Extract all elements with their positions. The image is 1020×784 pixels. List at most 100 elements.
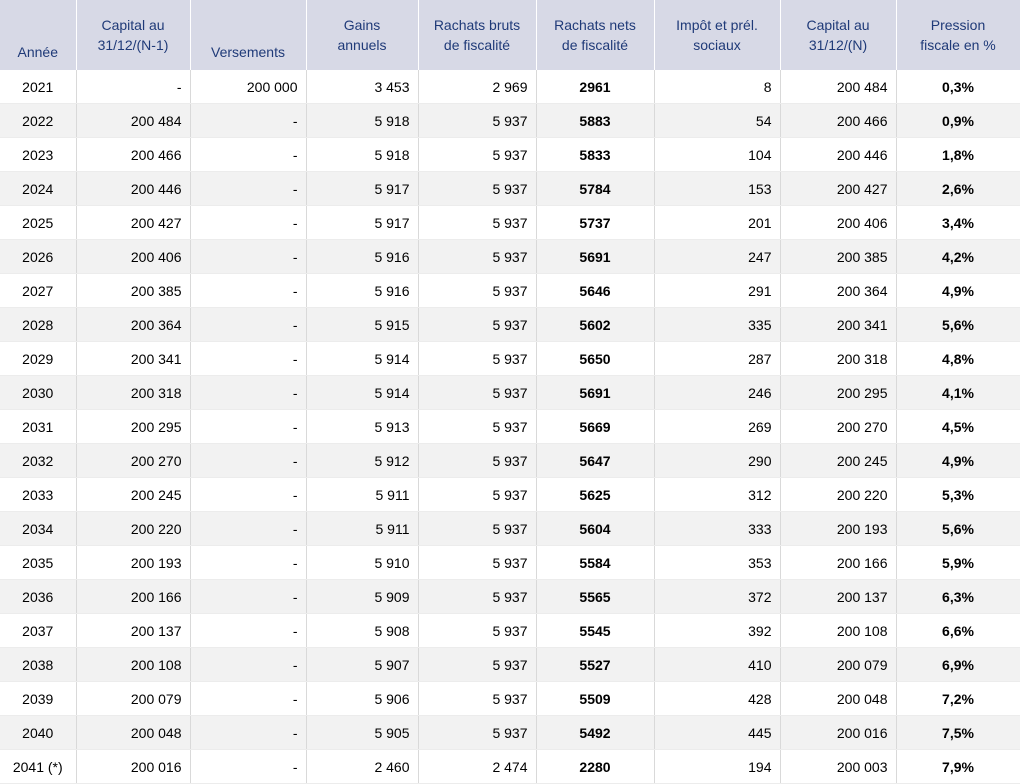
cell-rachats-nets: 5883 xyxy=(536,103,655,138)
cell-year: 2037 xyxy=(0,613,77,648)
cell-versements: - xyxy=(190,511,307,546)
header-line: de fiscalité xyxy=(443,37,511,53)
cell-capital-end: 200 427 xyxy=(780,171,897,206)
cell-pression: 4,9% xyxy=(896,273,1020,308)
table-row: 2040 200 048-5 905 5 937 5492 445 200 016 7,5% xyxy=(0,715,1020,750)
cell-pression: 0,9% xyxy=(896,103,1020,138)
cell-rachats-bruts: 5 937 xyxy=(418,137,537,172)
cell-capital-start: 200 220 xyxy=(76,511,191,546)
cell-pression: 0,3% xyxy=(896,70,1020,104)
cell-capital-end: 200 137 xyxy=(780,579,897,614)
cell-versements: - xyxy=(190,681,307,716)
table-row: 2035 200 193-5 910 5 937 5584 353 200 166 5,9% xyxy=(0,545,1020,580)
cell-impot: 153 xyxy=(654,171,781,206)
header-capital-start: Capital au 31/12/(N-1) xyxy=(76,0,191,70)
header-row: Année Capital au 31/12/(N-1) Versements Gain… xyxy=(0,0,1020,70)
cell-pression: 5,3% xyxy=(896,477,1020,512)
table-row: 2037 200 137-5 908 5 937 5545 392 200 108 6,6% xyxy=(0,613,1020,648)
cell-capital-start: - xyxy=(76,70,191,104)
cell-rachats-bruts: 5 937 xyxy=(418,613,537,648)
cell-gains: 5 911 xyxy=(306,511,419,546)
cell-year: 2027 xyxy=(0,273,77,308)
cell-rachats-nets: 5833 xyxy=(536,137,655,172)
cell-gains: 5 909 xyxy=(306,579,419,614)
cell-capital-start: 200 446 xyxy=(76,171,191,206)
cell-gains: 5 918 xyxy=(306,103,419,138)
cell-rachats-nets: 5565 xyxy=(536,579,655,614)
cell-capital-start: 200 137 xyxy=(76,613,191,648)
header-line: de fiscalité xyxy=(561,37,629,53)
cell-year: 2032 xyxy=(0,443,77,478)
cell-rachats-bruts: 2 969 xyxy=(418,70,537,104)
table-row: 2026 200 406-5 916 5 937 5691 247 200 385 4,2% xyxy=(0,239,1020,274)
cell-versements: - xyxy=(190,307,307,342)
table-row: 2025 200 427-5 917 5 937 5737 201 200 406 3,4% xyxy=(0,205,1020,240)
cell-capital-start: 200 193 xyxy=(76,545,191,580)
cell-gains: 5 916 xyxy=(306,273,419,308)
cell-rachats-bruts: 5 937 xyxy=(418,273,537,308)
cell-versements: - xyxy=(190,443,307,478)
cell-versements: - xyxy=(190,205,307,240)
header-capital-end: Capital au 31/12/(N) xyxy=(780,0,897,70)
header-line: Année xyxy=(17,44,58,60)
cell-gains: 5 915 xyxy=(306,307,419,342)
cell-rachats-bruts: 5 937 xyxy=(418,409,537,444)
cell-rachats-bruts: 5 937 xyxy=(418,511,537,546)
cell-year: 2023 xyxy=(0,137,77,172)
cell-year: 2041 (*) xyxy=(0,749,77,784)
cell-capital-start: 200 108 xyxy=(76,647,191,682)
header-gains: Gains annuels xyxy=(306,0,419,70)
cell-rachats-bruts: 5 937 xyxy=(418,375,537,410)
cell-year: 2035 xyxy=(0,545,77,580)
header-rachats-nets: Rachats nets de fiscalité xyxy=(536,0,655,70)
header-line: Impôt et prél. xyxy=(676,17,758,33)
cell-rachats-bruts: 5 937 xyxy=(418,443,537,478)
table-row: 2039 200 079-5 906 5 937 5509 428 200 048 7,2% xyxy=(0,681,1020,716)
cell-impot: 353 xyxy=(654,545,781,580)
cell-impot: 372 xyxy=(654,579,781,614)
cell-rachats-nets: 5646 xyxy=(536,273,655,308)
cell-pression: 3,4% xyxy=(896,205,1020,240)
cell-impot: 333 xyxy=(654,511,781,546)
cell-impot: 445 xyxy=(654,715,781,750)
cell-versements: - xyxy=(190,273,307,308)
cell-capital-end: 200 166 xyxy=(780,545,897,580)
table-body: 2021-200 000 3 453 2 969 2961 8 200 484 0,3% 20… xyxy=(0,70,1020,784)
header-line: Versements xyxy=(211,44,285,60)
cell-gains: 5 908 xyxy=(306,613,419,648)
cell-versements: - xyxy=(190,103,307,138)
cell-capital-end: 200 193 xyxy=(780,511,897,546)
header-versements: Versements xyxy=(190,0,307,70)
table-row: 2031 200 295-5 913 5 937 5669 269 200 270 4,5% xyxy=(0,409,1020,444)
header-line: fiscale en % xyxy=(920,37,996,53)
cell-capital-end: 200 108 xyxy=(780,613,897,648)
cell-rachats-nets: 5584 xyxy=(536,545,655,580)
cell-rachats-nets: 5625 xyxy=(536,477,655,512)
cell-capital-start: 200 016 xyxy=(76,749,191,784)
cell-capital-end: 200 406 xyxy=(780,205,897,240)
cell-capital-end: 200 385 xyxy=(780,239,897,274)
cell-impot: 247 xyxy=(654,239,781,274)
header-line: Rachats nets xyxy=(554,17,636,33)
cell-rachats-nets: 5647 xyxy=(536,443,655,478)
cell-year: 2030 xyxy=(0,375,77,410)
cell-pression: 1,8% xyxy=(896,137,1020,172)
header-line: annuels xyxy=(337,37,387,53)
cell-gains: 5 905 xyxy=(306,715,419,750)
cell-versements: - xyxy=(190,545,307,580)
cell-pression: 2,6% xyxy=(896,171,1020,206)
cell-capital-start: 200 245 xyxy=(76,477,191,512)
cell-gains: 3 453 xyxy=(306,70,419,104)
table-row: 2041 (*) 200 016-2 460 2 474 2280 194 200 003… xyxy=(0,749,1020,784)
cell-rachats-bruts: 5 937 xyxy=(418,103,537,138)
table-row: 2034 200 220-5 911 5 937 5604 333 200 193 5,6% xyxy=(0,511,1020,546)
cell-impot: 201 xyxy=(654,205,781,240)
cell-capital-end: 200 245 xyxy=(780,443,897,478)
cell-year: 2038 xyxy=(0,647,77,682)
header-line: sociaux xyxy=(693,37,741,53)
cell-capital-end: 200 484 xyxy=(780,70,897,104)
cell-year: 2034 xyxy=(0,511,77,546)
cell-rachats-bruts: 5 937 xyxy=(418,545,537,580)
cell-impot: 269 xyxy=(654,409,781,444)
cell-versements: 200 000 xyxy=(190,70,307,104)
